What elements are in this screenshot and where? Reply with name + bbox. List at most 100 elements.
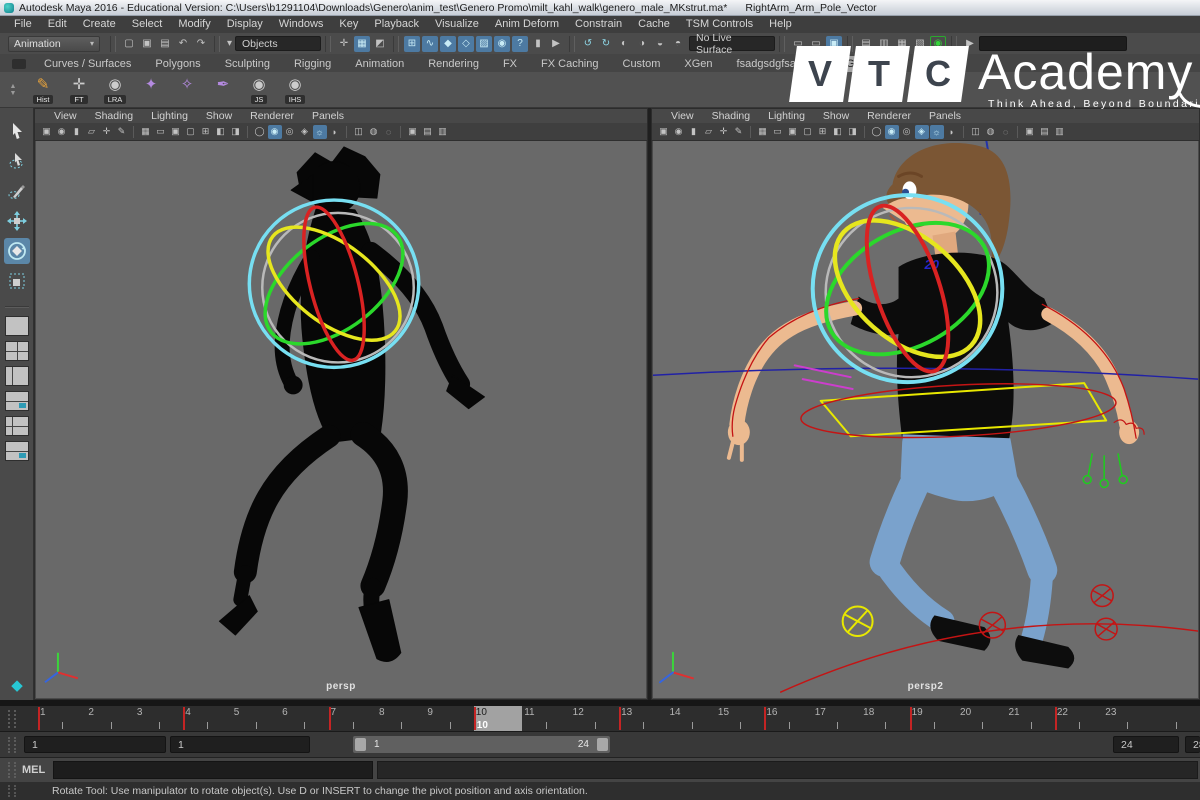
shelf-tab-sculpting[interactable]: Sculpting	[213, 56, 282, 72]
output-connections-icon[interactable]: ↻	[598, 36, 614, 52]
timeline-frame-21[interactable]: 21	[1006, 706, 1054, 731]
highlight-selection-icon[interactable]: ▶	[548, 36, 564, 52]
chevron-down-icon[interactable]: ▾	[225, 36, 234, 52]
menu-item-create[interactable]: Create	[75, 16, 124, 33]
lights-icon[interactable]: ☼	[313, 125, 327, 139]
select-by-component-icon[interactable]: ◩	[372, 36, 388, 52]
resolution-gate-icon[interactable]: ▣	[169, 125, 183, 139]
construction-history-icon[interactable]: ◒	[652, 36, 668, 52]
animation-end-field[interactable]: 288	[1185, 736, 1200, 753]
shelf-menu-icon[interactable]	[12, 59, 26, 69]
panel-menu-renderer[interactable]: Renderer	[241, 110, 303, 122]
safe-title-icon[interactable]: ◨	[846, 125, 860, 139]
redo-icon[interactable]: ↷	[193, 36, 209, 52]
menu-item-display[interactable]: Display	[219, 16, 271, 33]
panel-menu-panels[interactable]: Panels	[303, 110, 353, 122]
shelf-tab-polygons[interactable]: Polygons	[143, 56, 212, 72]
timeline-frame-2[interactable]: 2	[86, 706, 134, 731]
timeline-frame-9[interactable]: 9	[425, 706, 473, 731]
panel-menu-show[interactable]: Show	[197, 110, 241, 122]
panel-menu-lighting[interactable]: Lighting	[142, 110, 197, 122]
menu-item-select[interactable]: Select	[124, 16, 171, 33]
grease-pencil-icon[interactable]: ✎	[115, 125, 129, 139]
timeline-frame-6[interactable]: 6	[280, 706, 328, 731]
panel-menu-panels[interactable]: Panels	[920, 110, 970, 122]
bookmark-icon[interactable]: ▮	[70, 125, 84, 139]
timeline-frame-16[interactable]: 16	[764, 706, 812, 731]
anim-layer-icon[interactable]: ▣	[826, 36, 842, 52]
timeline-frame-15[interactable]: 15	[716, 706, 764, 731]
two-pane-icon[interactable]: ▤	[421, 125, 435, 139]
shaded-icon[interactable]: ◉	[268, 125, 282, 139]
shadows-icon[interactable]: ◗	[945, 125, 959, 139]
timeline-frame-11[interactable]: 11	[522, 706, 570, 731]
menu-item-key[interactable]: Key	[331, 16, 366, 33]
insert-joint-shelf-button[interactable]: ✒	[208, 76, 238, 94]
panel-menu-renderer[interactable]: Renderer	[858, 110, 920, 122]
menu-item-help[interactable]: Help	[761, 16, 800, 33]
timeline-frame-8[interactable]: 8	[377, 706, 425, 731]
ihs-shelf-button[interactable]: ◉IHS	[280, 76, 310, 104]
shadows-icon[interactable]: ◗	[328, 125, 342, 139]
panel-menu-view[interactable]: View	[45, 110, 86, 122]
range-start-handle[interactable]	[355, 738, 366, 751]
ft-shelf-button[interactable]: ✛FT	[64, 76, 94, 104]
lra-shelf-button[interactable]: ◉LRA	[100, 76, 130, 104]
live-surface-field[interactable]: No Live Surface	[689, 36, 775, 51]
timeline-frame-20[interactable]: 20	[958, 706, 1006, 731]
lasso-select-tool-icon[interactable]	[4, 148, 30, 174]
shelf-tab-fx-caching[interactable]: FX Caching	[529, 56, 610, 72]
menu-item-tsm-controls[interactable]: TSM Controls	[678, 16, 761, 33]
single-pane-icon[interactable]: ▣	[406, 125, 420, 139]
joints-xray-icon[interactable]: ◌	[999, 125, 1013, 139]
xray-icon[interactable]: ◍	[984, 125, 998, 139]
ipr-render-icon[interactable]: ▦	[894, 36, 910, 52]
single-pane-layout-button[interactable]	[5, 316, 29, 336]
scale-tool-icon[interactable]	[4, 268, 30, 294]
new-scene-icon[interactable]: ▢	[121, 36, 137, 52]
history-toggle-icon[interactable]: ◓	[670, 36, 686, 52]
wireframe-icon[interactable]: ◯	[253, 125, 267, 139]
timeline-frame-1[interactable]: 1	[38, 706, 86, 731]
snap-to-view-plane-icon[interactable]: ▨	[476, 36, 492, 52]
shelf-tab-animation[interactable]: Animation	[343, 56, 416, 72]
2d-pan-zoom-icon[interactable]: ✛	[100, 125, 114, 139]
wireframe-on-shaded-icon[interactable]: ◎	[900, 125, 914, 139]
render-sphere-icon[interactable]: ◉	[930, 36, 946, 52]
menu-item-constrain[interactable]: Constrain	[567, 16, 630, 33]
field-chart-icon[interactable]: ⊞	[199, 125, 213, 139]
range-end-handle[interactable]	[597, 738, 608, 751]
panel-menu-view[interactable]: View	[662, 110, 703, 122]
range-grip[interactable]	[8, 737, 16, 753]
make-live-icon[interactable]: ◉	[494, 36, 510, 52]
snap-together-icon[interactable]: ?	[512, 36, 528, 52]
select-camera-icon[interactable]: ▣	[40, 125, 54, 139]
menu-item-playback[interactable]: Playback	[366, 16, 427, 33]
persp-graph-layout-button[interactable]	[5, 391, 29, 411]
ik-handle-shelf-button[interactable]: ✧	[172, 76, 202, 94]
panel-menu-lighting[interactable]: Lighting	[759, 110, 814, 122]
display-layer-icon[interactable]: ▭	[790, 36, 806, 52]
grid-icon[interactable]: ▦	[756, 125, 770, 139]
lock-camera-icon[interactable]: ◉	[672, 125, 686, 139]
timeline-frame-19[interactable]: 19	[910, 706, 958, 731]
input-operations-icon[interactable]: ◐	[616, 36, 632, 52]
field-chart-icon[interactable]: ⊞	[816, 125, 830, 139]
menu-item-visualize[interactable]: Visualize	[427, 16, 487, 33]
timeline-frame-17[interactable]: 17	[813, 706, 861, 731]
timeline-frame-13[interactable]: 13	[619, 706, 667, 731]
viewport-canvas-persp2[interactable]: 20 persp2	[653, 141, 1198, 698]
hist-shelf-button[interactable]: ✎Hist	[28, 76, 58, 104]
persp-outliner-layout-button[interactable]	[5, 366, 29, 386]
timeline-frame-5[interactable]: 5	[232, 706, 280, 731]
render-settings-icon[interactable]: ▧	[912, 36, 928, 52]
quick-select-icon[interactable]: ▶	[962, 36, 978, 52]
timeline-frame-7[interactable]: 7	[329, 706, 377, 731]
gate-mask-icon[interactable]: ▢	[801, 125, 815, 139]
lights-icon[interactable]: ☼	[930, 125, 944, 139]
shelf-tab-curves-surfaces[interactable]: Curves / Surfaces	[32, 56, 143, 72]
snap-to-point-icon[interactable]: ◆	[440, 36, 456, 52]
menu-item-windows[interactable]: Windows	[271, 16, 332, 33]
shelf-tab-fsadgsdgfsadgf[interactable]: fsadgsdgfsadgf	[725, 56, 824, 72]
panel-menu-shading[interactable]: Shading	[703, 110, 760, 122]
